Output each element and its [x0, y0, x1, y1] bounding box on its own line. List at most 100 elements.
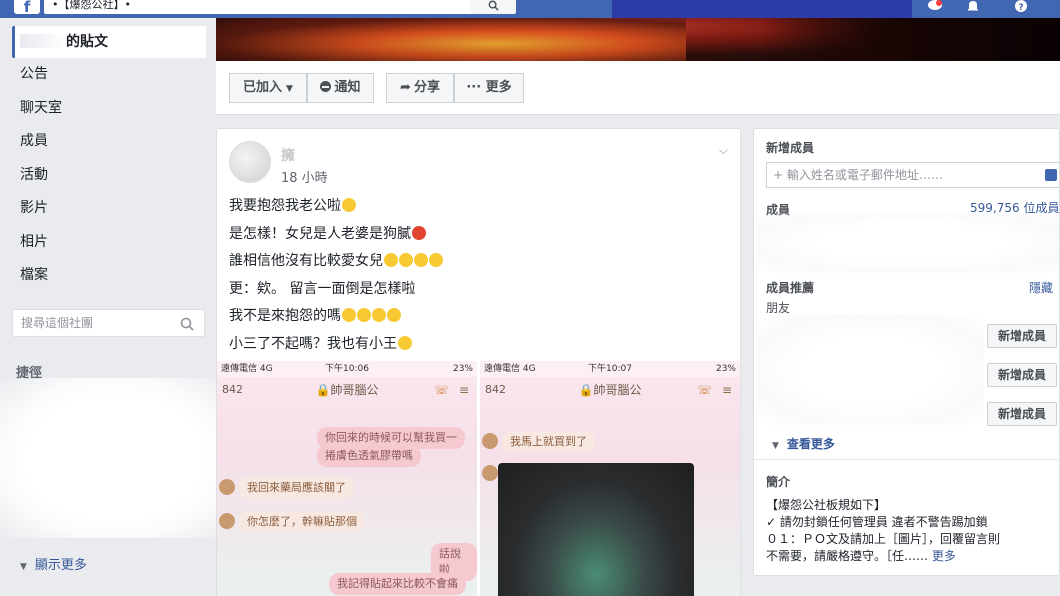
share-button[interactable]: ➦ 分享: [386, 73, 454, 103]
help-icon[interactable]: ?: [1010, 0, 1032, 14]
post-timestamp[interactable]: 18 小時: [281, 167, 328, 186]
post-text-line: 更：欸。 留言一面倒是怎樣啦: [229, 276, 729, 304]
group-search-input[interactable]: 搜尋這個社團: [12, 309, 205, 337]
nav-item-posts-label: 的貼文: [66, 34, 108, 50]
laughing-face-icon: [342, 308, 356, 322]
redacted-suggested-people: [758, 315, 984, 425]
show-more-label: 顯示更多: [34, 558, 87, 573]
nav-item-files[interactable]: 檔案: [12, 259, 206, 293]
laughing-face-icon: [357, 308, 371, 322]
laughing-face-icon: [372, 308, 386, 322]
chevron-down-icon[interactable]: ⌵: [719, 143, 728, 158]
hide-link[interactable]: 隱藏: [1029, 279, 1053, 296]
post-author-name[interactable]: 擁: [281, 145, 295, 165]
add-member-placeholder: + 輸入姓名或電子郵件地址……: [773, 168, 943, 182]
show-more-link[interactable]: ▼ 顯示更多: [20, 554, 87, 573]
bell-icon[interactable]: [962, 0, 984, 14]
chat-screenshot-2[interactable]: 遠傳電信 4G 下午10:07 23% 842 🔒帥哥腦公 ☏ ≡ 我馬上就買到…: [480, 361, 740, 596]
contact-avatar: [482, 465, 498, 481]
cover-flames: [216, 18, 686, 61]
add-member-button[interactable]: 新增成員: [987, 324, 1057, 348]
chat-bubble-in: 你怎麼了，幹嘛貼那個: [239, 511, 365, 533]
messenger-icon[interactable]: [924, 0, 946, 14]
post-line-text: 是怎樣！女兒是人老婆是狗膩: [229, 225, 411, 242]
post-line-text: 我不是來抱怨的嗎: [229, 308, 341, 324]
nav-item-events[interactable]: 活動: [12, 159, 206, 193]
global-search-input[interactable]: •【爆怨公社】•: [44, 0, 514, 14]
notify-label: 通知: [334, 80, 361, 95]
phone-status-bar: 遠傳電信 4G 下午10:06: [217, 361, 477, 377]
smiling-face-icon: [414, 253, 428, 267]
chat-photo-tape-roll: [498, 463, 694, 596]
group-post: 擁 18 小時 ⌵ 我要抱怨我老公啦 是怎樣！女兒是人老婆是狗膩 誰相信他沒有比…: [216, 128, 741, 596]
laughing-face-icon: [387, 308, 401, 322]
chat-bubble-in: 我馬上就買到了: [502, 431, 595, 453]
add-member-heading: 新增成員: [766, 141, 815, 155]
add-member-input[interactable]: + 輸入姓名或電子郵件地址……: [766, 162, 1059, 188]
nav-item-announcements[interactable]: 公告: [12, 58, 206, 92]
intro-heading: 簡介: [766, 475, 791, 489]
notify-button[interactable]: 通知: [307, 73, 374, 103]
more-button[interactable]: ··· 更多: [454, 73, 524, 103]
carrier-text: 遠傳電信 4G: [221, 364, 273, 374]
intro-more-link[interactable]: 更多: [932, 549, 956, 563]
nav-item-photos[interactable]: 相片: [12, 226, 206, 260]
chat-screenshot-1[interactable]: 遠傳電信 4G 下午10:06 23% 842 🔒帥哥腦公 ☏ ≡ 你回來的時候…: [217, 361, 477, 596]
phone-icon: ☏: [696, 383, 712, 397]
see-more-link[interactable]: ▼ 查看更多: [772, 435, 835, 452]
nav-item-posts[interactable]: 的貼文: [12, 26, 206, 58]
nav-item-videos[interactable]: 影片: [12, 192, 206, 226]
author-avatar[interactable]: [229, 141, 271, 183]
add-member-button[interactable]: 新增成員: [987, 363, 1057, 387]
phone-clock: 下午10:07: [588, 364, 632, 374]
share-arrow-icon: ➦: [400, 80, 411, 95]
phone-clock: 下午10:06: [325, 364, 369, 374]
minus-circle-icon: [320, 81, 332, 92]
top-navigation-bar: f •【爆怨公社】• ?: [0, 0, 1060, 18]
add-member-button[interactable]: 新增成員: [987, 402, 1057, 426]
angry-face-icon: [412, 225, 426, 240]
divider: [754, 459, 1059, 460]
intro-line: ０１：ＰＯ文及請加上［圖片］，回覆留言則: [766, 532, 1001, 546]
menu-icon: ≡: [721, 383, 732, 397]
battery-text: 23%: [715, 364, 736, 374]
group-info-panel: 新增成員 + 輸入姓名或電子郵件地址…… 成員 599,756 位成員 成員推薦…: [753, 128, 1060, 576]
contact-avatar: [219, 513, 235, 529]
intro-line-last: 不需要，請嚴格遵守。［任…… 更多: [766, 548, 1058, 565]
smiling-face-icon: [399, 253, 413, 267]
cover-shadow: [760, 18, 1060, 61]
post-line-text: 小三了不起嗎？我也有小王: [229, 335, 397, 352]
post-line-text: 我要抱怨我老公啦: [229, 198, 341, 214]
nav-item-chat[interactable]: 聊天室: [12, 92, 206, 126]
nav-item-members[interactable]: 成員: [12, 125, 206, 159]
group-cover-photo: [216, 18, 1060, 61]
chat-bubble-out: 我記得貼起來比較不會痛: [329, 573, 466, 595]
carrier-text: 遠傳電信 4G: [484, 364, 536, 374]
search-icon[interactable]: [470, 0, 516, 14]
joined-label: 已加入: [243, 80, 283, 95]
joined-button[interactable]: 已加入 ▼: [229, 73, 307, 103]
post-text-line: 小三了不起嗎？我也有小王: [229, 331, 729, 359]
phone-icon: ☏: [433, 383, 449, 397]
grinning-face-icon: [398, 335, 412, 350]
topbar-right-area: [612, 0, 912, 18]
post-text-line: 誰相信他沒有比較愛女兒: [229, 248, 729, 276]
menu-icon: ≡: [458, 383, 469, 397]
friends-label: 朋友: [766, 301, 791, 315]
post-line-text: 更：欸。 留言一面倒是怎樣啦: [229, 280, 416, 297]
intro-line: 不需要，請嚴格遵守。［任……: [766, 549, 929, 563]
group-description: 【爆怨公社板規如下】 ✓ 請勿封鎖任何管理員 違者不警告踢加鎖 ０１：ＰＯ文及請…: [766, 497, 1058, 565]
compose-icon[interactable]: [1045, 169, 1057, 181]
svg-text:?: ?: [1018, 3, 1023, 12]
redacted-name: [20, 34, 66, 48]
chevron-down-icon: ▼: [772, 441, 779, 451]
smiling-face-icon: [384, 253, 398, 267]
facebook-logo[interactable]: f: [14, 0, 40, 15]
suggestions-heading: 成員推薦: [766, 281, 815, 295]
crying-face-icon: [342, 198, 356, 212]
see-more-label: 查看更多: [786, 437, 835, 451]
chat-bubble-in: 我回來藥局應該關了: [239, 477, 354, 499]
search-icon[interactable]: [180, 314, 196, 331]
smiling-face-icon: [429, 253, 443, 267]
post-body: 我要抱怨我老公啦 是怎樣！女兒是人老婆是狗膩 誰相信他沒有比較愛女兒 更：欸。 …: [229, 193, 729, 358]
